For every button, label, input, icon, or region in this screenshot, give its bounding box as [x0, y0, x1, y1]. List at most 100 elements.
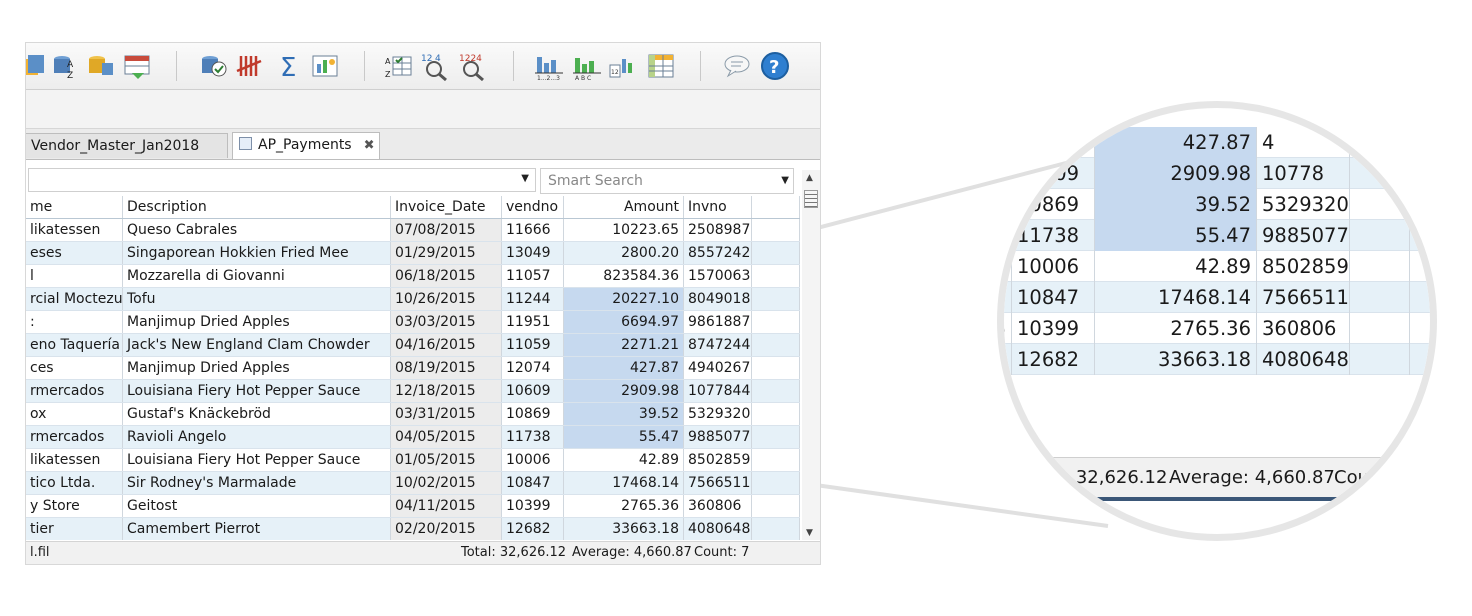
table-cell[interactable]: 7566511: [684, 472, 752, 494]
table-row[interactable]: eses Singaporean Hokkien Fried Mee 01/29/2…: [26, 242, 800, 265]
table-cell[interactable]: [752, 495, 800, 517]
table-cell[interactable]: Gustaf's Knäckebröd: [123, 403, 391, 425]
table-row[interactable]: ox Gustaf's Knäckebröd 03/31/2015 10869 39.5…: [26, 403, 800, 426]
table-cell[interactable]: ces: [26, 357, 123, 379]
sum-sigma-icon[interactable]: Σ: [274, 51, 304, 81]
table-cell[interactable]: 04/11/2015: [391, 495, 502, 517]
table-row[interactable]: tico Ltda. Sir Rodney's Marmalade 10/02/20…: [26, 472, 800, 495]
table-cell[interactable]: 11666: [502, 219, 564, 241]
comment-bubble-icon[interactable]: [722, 51, 752, 81]
table-cell[interactable]: [752, 426, 800, 448]
table-cell[interactable]: 1570063: [684, 265, 752, 287]
database-stack-icon[interactable]: [86, 51, 116, 81]
table-cell[interactable]: Queso Cabrales: [123, 219, 391, 241]
table-cell[interactable]: tier: [26, 518, 123, 540]
smart-search-input[interactable]: Smart Search ▼: [540, 168, 794, 194]
sequence-search-icon[interactable]: 12 4: [420, 51, 450, 81]
table-cell[interactable]: likatessen: [26, 449, 123, 471]
table-cell[interactable]: 12682: [502, 518, 564, 540]
table-row[interactable]: y Store Geitost 04/11/2015 10399 2765.36 3608…: [26, 495, 800, 518]
table-cell[interactable]: y Store: [26, 495, 123, 517]
smart-search-dropdown-icon[interactable]: ▼: [781, 169, 789, 193]
filter-input[interactable]: ▼: [28, 168, 536, 192]
table-cell[interactable]: 01/05/2015: [391, 449, 502, 471]
table-row[interactable]: likatessen Queso Cabrales 07/08/2015 11666 1…: [26, 219, 800, 242]
tab-vendor-master[interactable]: Vendor_Master_Jan2018: [26, 133, 228, 158]
table-row[interactable]: likatessen Louisiana Fiery Hot Pepper Sau…: [26, 449, 800, 472]
table-cell[interactable]: :: [26, 311, 123, 333]
table-cell[interactable]: 2765.36: [564, 495, 684, 517]
table-cell[interactable]: 11059: [502, 334, 564, 356]
vertical-scrollbar[interactable]: ▲ ▼: [802, 170, 820, 540]
table-cell[interactable]: [752, 403, 800, 425]
stratify-text-icon[interactable]: A B C: [572, 51, 602, 81]
table-cell[interactable]: [752, 449, 800, 471]
table-cell[interactable]: Ravioli Angelo: [123, 426, 391, 448]
table-cell[interactable]: Camembert Pierrot: [123, 518, 391, 540]
table-cell[interactable]: 2271.21: [564, 334, 684, 356]
table-cell[interactable]: 10/26/2015: [391, 288, 502, 310]
column-header[interactable]: Description: [123, 196, 391, 218]
table-cell[interactable]: 03/03/2015: [391, 311, 502, 333]
column-header[interactable]: me: [26, 196, 123, 218]
table-export-icon[interactable]: [26, 51, 48, 81]
table-cell[interactable]: 11244: [502, 288, 564, 310]
table-cell[interactable]: Manjimup Dried Apples: [123, 311, 391, 333]
scroll-down-icon[interactable]: ▼: [806, 528, 813, 538]
column-header[interactable]: [752, 196, 800, 218]
table-cell[interactable]: 11738: [502, 426, 564, 448]
table-cell[interactable]: l: [26, 265, 123, 287]
table-cell[interactable]: rcial Moctezu: [26, 288, 123, 310]
table-cell[interactable]: eses: [26, 242, 123, 264]
table-cell[interactable]: rmercados: [26, 426, 123, 448]
table-cell[interactable]: [752, 334, 800, 356]
table-cell[interactable]: 11951: [502, 311, 564, 333]
table-cell[interactable]: 8502859: [684, 449, 752, 471]
table-cell[interactable]: 2909.98: [564, 380, 684, 402]
tab-ap-payments[interactable]: AP_Payments ✖: [232, 132, 380, 159]
table-cell[interactable]: [752, 265, 800, 287]
table-cell[interactable]: 39.52: [564, 403, 684, 425]
table-cell[interactable]: 11057: [502, 265, 564, 287]
table-cell[interactable]: 10223.65: [564, 219, 684, 241]
table-cell[interactable]: 55.47: [564, 426, 684, 448]
table-cell[interactable]: 01/29/2015: [391, 242, 502, 264]
table-cell[interactable]: Tofu: [123, 288, 391, 310]
table-cell[interactable]: [752, 219, 800, 241]
table-cell[interactable]: 2508987: [684, 219, 752, 241]
table-cell[interactable]: [752, 357, 800, 379]
table-cell[interactable]: Singaporean Hokkien Fried Mee: [123, 242, 391, 264]
stratify-numeric-icon[interactable]: 1...2...3: [534, 51, 564, 81]
table-cell[interactable]: 10/02/2015: [391, 472, 502, 494]
table-cell[interactable]: [752, 242, 800, 264]
column-header[interactable]: Invoice_Date: [391, 196, 502, 218]
scroll-up-icon[interactable]: ▲: [806, 173, 813, 183]
sort-alpha-grid-icon[interactable]: AZ: [384, 51, 414, 81]
table-cell[interactable]: 5329320: [684, 403, 752, 425]
verify-check-icon[interactable]: [198, 51, 228, 81]
table-cell[interactable]: 1077844: [684, 380, 752, 402]
table-cell[interactable]: 4080648: [684, 518, 752, 540]
table-cell[interactable]: 10847: [502, 472, 564, 494]
table-cell[interactable]: 33663.18: [564, 518, 684, 540]
table-cell[interactable]: [752, 288, 800, 310]
column-header[interactable]: Invno: [684, 196, 752, 218]
table-cell[interactable]: 427.87: [564, 357, 684, 379]
table-cell[interactable]: eno Taquería: [26, 334, 123, 356]
table-cell[interactable]: Louisiana Fiery Hot Pepper Sauce: [123, 449, 391, 471]
table-cell[interactable]: 360806: [684, 495, 752, 517]
table-cell[interactable]: [752, 518, 800, 540]
table-row[interactable]: rcial Moctezu Tofu 10/26/2015 11244 20227.10…: [26, 288, 800, 311]
column-header[interactable]: Amount: [564, 196, 684, 218]
table-cell[interactable]: 9861887: [684, 311, 752, 333]
table-cell[interactable]: 10399: [502, 495, 564, 517]
table-cell[interactable]: rmercados: [26, 380, 123, 402]
table-cell[interactable]: ox: [26, 403, 123, 425]
help-icon[interactable]: ?: [760, 51, 790, 81]
table-cell[interactable]: 823584.36: [564, 265, 684, 287]
table-row[interactable]: l Mozzarella di Giovanni 06/18/2015 11057 82…: [26, 265, 800, 288]
table-cell[interactable]: 10006: [502, 449, 564, 471]
table-cell[interactable]: 8747244: [684, 334, 752, 356]
tally-marks-icon[interactable]: [234, 51, 264, 81]
table-cell[interactable]: 8557242: [684, 242, 752, 264]
